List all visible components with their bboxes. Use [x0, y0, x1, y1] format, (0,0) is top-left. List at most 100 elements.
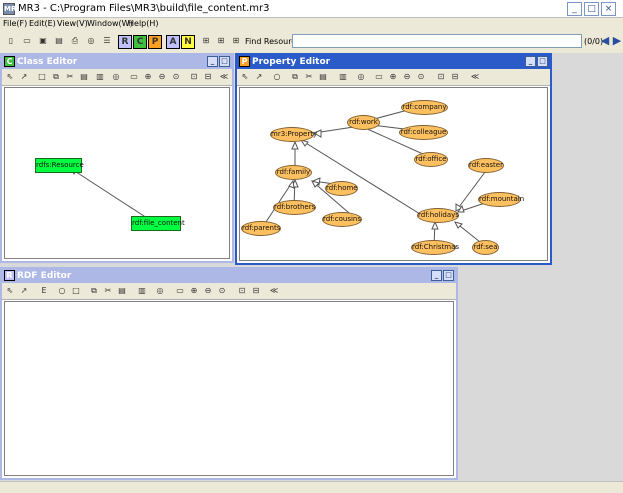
property-node[interactable]: rdf:mountain [478, 192, 524, 207]
connect-mode-icon[interactable]: ↗ [18, 285, 30, 297]
layout-windows-icon[interactable]: ⊞ [229, 35, 243, 49]
copy-icon[interactable]: ⧉ [289, 71, 301, 83]
class-editor-canvas[interactable]: rdfs:Resource rdf:file_content [4, 87, 230, 259]
minimize-button[interactable]: _ [567, 2, 582, 16]
tile-windows-icon[interactable]: ⊞ [199, 35, 213, 49]
property-node[interactable]: rdf:Christmas [411, 240, 459, 255]
property-node[interactable]: rdf:office [414, 152, 448, 167]
rdf-editor-toggle-icon[interactable]: R [118, 35, 132, 49]
namespace-dialog-icon[interactable]: N [181, 35, 195, 49]
find-icon[interactable]: ◎ [355, 71, 367, 83]
rdf-editor-minimize-button[interactable]: _ [431, 270, 442, 281]
insert-rect-icon[interactable]: □ [36, 71, 48, 83]
ungroup-icon[interactable]: ⊟ [250, 285, 262, 297]
attribute-dialog-icon[interactable]: A [166, 35, 180, 49]
select-mode-icon[interactable]: ⇖ [239, 71, 251, 83]
property-node[interactable]: rdf:company [401, 100, 448, 115]
zoom-icon[interactable]: ⊙ [415, 71, 427, 83]
property-node[interactable]: rdf:cousins [322, 212, 362, 227]
class-editor-toggle-icon[interactable]: C [133, 35, 147, 49]
zoom-in-icon[interactable]: ⊕ [387, 71, 399, 83]
menu-window[interactable]: Window(W) [87, 19, 133, 28]
property-node[interactable]: rdf:brothers [273, 200, 316, 215]
select-mode-icon[interactable]: ⇖ [4, 71, 16, 83]
property-node[interactable]: rdf:colleague [399, 125, 448, 140]
connect-mode-icon[interactable]: ↗ [18, 71, 30, 83]
property-node[interactable]: mr3:Property [270, 127, 317, 142]
find-prev-button[interactable]: ◀ [599, 35, 611, 47]
zoom-in-icon[interactable]: ⊕ [142, 71, 154, 83]
menu-view[interactable]: View(V) [57, 19, 88, 28]
property-node[interactable]: rdf:easter [468, 158, 504, 173]
cut-icon[interactable]: ✂ [102, 285, 114, 297]
connect-mode-icon[interactable]: ↗ [253, 71, 265, 83]
layout-icon[interactable]: ≪ [469, 71, 481, 83]
insert-rect-icon[interactable]: □ [70, 285, 82, 297]
find-binoculars-icon[interactable]: ◎ [84, 35, 98, 49]
find-icon[interactable]: ◎ [110, 71, 122, 83]
property-editor-toggle-icon[interactable]: P [148, 35, 162, 49]
actual-size-icon[interactable]: ▭ [373, 71, 385, 83]
delete-icon[interactable]: ▥ [136, 285, 148, 297]
menu-file[interactable]: File(F) [3, 19, 27, 28]
class-node[interactable]: rdf:file_content [131, 216, 185, 231]
property-editor-titlebar[interactable]: P Property Editor _ □ [237, 55, 550, 69]
zoom-out-icon[interactable]: ⊖ [156, 71, 168, 83]
copy-icon[interactable]: ⧉ [50, 71, 62, 83]
property-node[interactable]: rdf:parents [241, 221, 281, 236]
class-node[interactable]: rdfs:Resource [35, 158, 84, 173]
class-editor-maximize-button[interactable]: □ [219, 56, 230, 67]
find-next-button[interactable]: ▶ [611, 35, 623, 47]
save-as-icon[interactable]: ▤ [52, 35, 66, 49]
zoom-icon[interactable]: ⊙ [216, 285, 228, 297]
cut-icon[interactable]: ✂ [64, 71, 76, 83]
actual-size-icon[interactable]: ▭ [128, 71, 140, 83]
delete-icon[interactable]: ▥ [337, 71, 349, 83]
rdf-editor-maximize-button[interactable]: □ [443, 270, 454, 281]
new-file-icon[interactable]: ▯ [4, 35, 18, 49]
property-node[interactable]: rdf:sea [472, 240, 499, 255]
menu-edit[interactable]: Edit(E) [29, 19, 56, 28]
property-editor-minimize-button[interactable]: _ [525, 56, 536, 67]
property-node[interactable]: rdf:holidays [417, 208, 459, 223]
select-mode-icon[interactable]: ⇖ [4, 285, 16, 297]
delete-icon[interactable]: ▥ [94, 71, 106, 83]
ungroup-icon[interactable]: ⊟ [202, 71, 214, 83]
paste-icon[interactable]: ▤ [317, 71, 329, 83]
maximize-button[interactable]: □ [584, 2, 599, 16]
rdf-editor-titlebar[interactable]: R RDF Editor _ □ [2, 269, 456, 283]
cascade-windows-icon[interactable]: ⊞ [214, 35, 228, 49]
close-button[interactable]: × [601, 2, 616, 16]
open-folder-icon[interactable]: ▭ [20, 35, 34, 49]
property-node[interactable]: rdf:home [325, 181, 358, 196]
paste-icon[interactable]: ▤ [116, 285, 128, 297]
paste-icon[interactable]: ▤ [78, 71, 90, 83]
layout-icon[interactable]: ≪ [218, 71, 230, 83]
save-icon[interactable]: ▣ [36, 35, 50, 49]
zoom-in-icon[interactable]: ⊕ [188, 285, 200, 297]
group-icon[interactable]: ⊡ [188, 71, 200, 83]
copy-icon[interactable]: ⧉ [88, 285, 100, 297]
property-editor-maximize-button[interactable]: □ [537, 56, 548, 67]
find-icon[interactable]: ◎ [154, 285, 166, 297]
insert-ellipse-icon[interactable]: ○ [56, 285, 68, 297]
insert-ellipse-icon[interactable]: ○ [271, 71, 283, 83]
zoom-out-icon[interactable]: ⊖ [401, 71, 413, 83]
edit-uri-icon[interactable]: E [38, 285, 50, 297]
cut-icon[interactable]: ✂ [303, 71, 315, 83]
print-icon[interactable]: ⎙ [68, 35, 82, 49]
zoom-out-icon[interactable]: ⊖ [202, 285, 214, 297]
rdf-editor-canvas[interactable] [4, 301, 454, 476]
property-node[interactable]: rdf:work [347, 115, 380, 130]
property-node[interactable]: rdf:family [275, 165, 312, 180]
attribute-icon[interactable]: ☰ [100, 35, 114, 49]
zoom-icon[interactable]: ⊙ [170, 71, 182, 83]
ungroup-icon[interactable]: ⊟ [449, 71, 461, 83]
property-editor-canvas[interactable]: rdf:company rdf:work rdf:colleague mr3:P… [239, 87, 548, 261]
group-icon[interactable]: ⊡ [435, 71, 447, 83]
layout-icon[interactable]: ≪ [268, 285, 280, 297]
find-resource-input[interactable] [292, 34, 582, 48]
class-editor-minimize-button[interactable]: _ [207, 56, 218, 67]
menu-help[interactable]: Help(H) [128, 19, 159, 28]
class-editor-titlebar[interactable]: C Class Editor _ □ [2, 55, 232, 69]
